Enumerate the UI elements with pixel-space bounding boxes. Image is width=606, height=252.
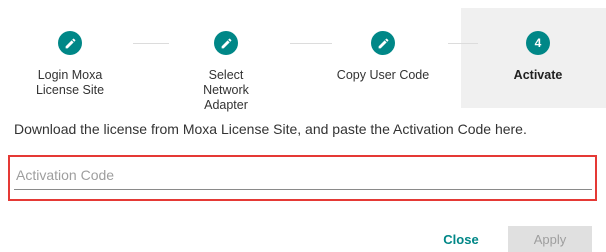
stepper: Login Moxa License Site Select Network A… [0, 0, 606, 112]
pencil-icon [58, 31, 82, 55]
close-button[interactable]: Close [430, 226, 492, 252]
step-label: Activate [513, 68, 563, 82]
step-label: Login Moxa License Site [35, 68, 105, 97]
step-login-moxa-license-site[interactable]: Login Moxa License Site [0, 0, 145, 108]
step-select-network-adapter[interactable]: Select Network Adapter [151, 0, 301, 112]
instructions-text: Download the license from Moxa License S… [14, 121, 527, 137]
pencil-icon [371, 31, 395, 55]
activation-code-input[interactable] [14, 160, 592, 190]
step-label: Copy User Code [336, 68, 430, 82]
pencil-icon [214, 31, 238, 55]
step-copy-user-code[interactable]: Copy User Code [308, 0, 458, 108]
step-activate[interactable]: 4 Activate [463, 0, 606, 108]
step-label: Select Network Adapter [203, 68, 249, 112]
apply-button[interactable]: Apply [508, 226, 592, 252]
step-number-badge: 4 [526, 31, 550, 55]
